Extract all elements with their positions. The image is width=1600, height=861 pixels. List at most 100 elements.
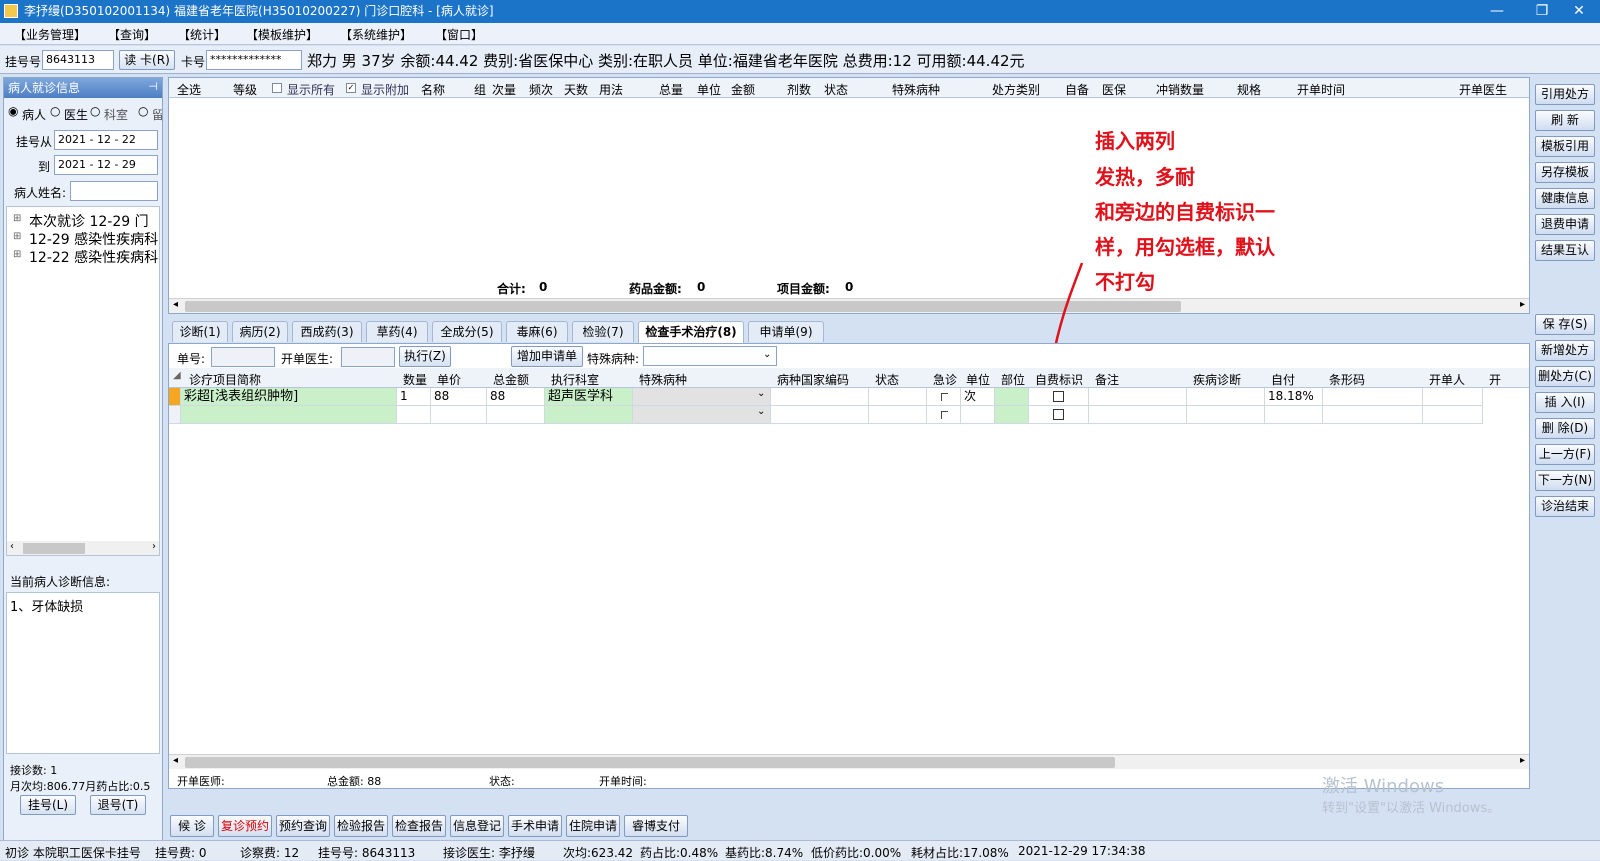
lab-report-button[interactable]: 检验报告 [334, 815, 388, 837]
tab-exam-surgery[interactable]: 检查手术治疗(8) [638, 321, 744, 343]
show-all-label[interactable]: 显示所有 [287, 81, 335, 98]
cite-prescription-button[interactable]: 引用处方 [1535, 84, 1595, 105]
qty-cell[interactable]: 1 [397, 388, 431, 406]
template-cite-button[interactable]: 模板引用 [1535, 136, 1595, 157]
add-request-button[interactable]: 增加申请单 [511, 346, 583, 367]
tree-item[interactable]: 本次就诊 12-29 门 [29, 211, 149, 231]
refund-request-button[interactable]: 退费申请 [1535, 214, 1595, 235]
expand-icon[interactable]: ⊞ [13, 249, 21, 260]
selfpay-checkbox[interactable] [1053, 409, 1064, 420]
remark-cell[interactable] [1089, 406, 1187, 424]
close-button[interactable]: ✕ [1560, 0, 1598, 23]
menu-business[interactable]: 【业务管理】 [14, 26, 86, 43]
reg-to-date[interactable]: 2021 - 12 - 29 [54, 155, 158, 175]
refresh-button[interactable]: 刷 新 [1535, 110, 1595, 131]
tree-hscrollbar[interactable]: ‹ › [7, 541, 159, 555]
exam-report-button[interactable]: 检查报告 [392, 815, 446, 837]
card-number-input[interactable]: ************* [206, 50, 302, 70]
scroll-left-icon[interactable]: ◂ [173, 299, 178, 310]
menu-window[interactable]: 【窗口】 [435, 26, 483, 43]
inpatient-request-button[interactable]: 住院申请 [566, 815, 620, 837]
delete-button[interactable]: 删 除(D) [1535, 418, 1595, 439]
health-info-button[interactable]: 健康信息 [1535, 188, 1595, 209]
tree-item[interactable]: 12-29 感染性疾病科 [29, 229, 158, 249]
exec-dept-cell[interactable] [545, 406, 633, 424]
exam-hscrollbar[interactable]: ◂ ▸ [169, 754, 1529, 769]
prescription-hscrollbar[interactable]: ◂ ▸ [169, 298, 1529, 313]
chevron-down-icon[interactable]: ⌄ [763, 349, 771, 360]
ruibo-pay-button[interactable]: 睿博支付 [624, 815, 688, 837]
tab-herbal[interactable]: 草药(4) [366, 321, 428, 342]
chevron-down-icon[interactable]: ⌄ [757, 406, 765, 417]
order-no-input[interactable] [211, 347, 275, 367]
scroll-thumb[interactable] [23, 543, 85, 554]
scroll-left-icon[interactable]: ◂ [173, 755, 178, 766]
execute-button[interactable]: 执行(Z) [399, 346, 451, 367]
tab-diagnosis[interactable]: 诊断(1) [172, 321, 228, 342]
tab-full-ingredient[interactable]: 全成分(5) [432, 321, 502, 342]
expand-icon[interactable]: ⊞ [13, 213, 21, 224]
body-part-cell[interactable] [995, 388, 1029, 406]
restore-button[interactable]: ❐ [1520, 0, 1564, 23]
revisit-booking-button[interactable]: 复诊预约 [218, 815, 272, 837]
read-card-button[interactable]: 读 卡(R) [119, 50, 175, 70]
radio-patient-label[interactable]: 病人 [22, 106, 46, 123]
radio-patient-icon[interactable]: ◉ [8, 104, 18, 118]
pin-icon[interactable]: ⊣ [148, 80, 158, 93]
reg-number-input[interactable]: 8643113 [42, 50, 114, 70]
scroll-right-icon[interactable]: › [152, 541, 156, 552]
radio-stay-label[interactable]: 留 [152, 106, 162, 123]
booking-query-button[interactable]: 预约查询 [276, 815, 330, 837]
tab-medical-record[interactable]: 病历(2) [232, 321, 288, 342]
show-extra-checkbox[interactable]: ✓ [346, 83, 356, 93]
radio-stay-icon[interactable]: ○ [138, 104, 148, 118]
radio-doctor-icon[interactable]: ○ [50, 104, 60, 118]
waiting-button[interactable]: 候 诊 [170, 815, 214, 837]
chevron-down-icon[interactable]: ⌄ [757, 388, 765, 399]
scroll-left-icon[interactable]: ‹ [10, 541, 14, 552]
minimize-button[interactable]: — [1475, 0, 1519, 23]
exec-dept-cell[interactable]: 超声医学科 [545, 388, 633, 406]
table-row[interactable]: 彩超[浅表组织肿物] 1 88 88 超声医学科 ⌄ 次 18.18% [169, 388, 1529, 406]
reg-from-date[interactable]: 2021 - 12 - 22 [54, 130, 158, 150]
col-select-all[interactable]: 全选 [177, 81, 201, 98]
register-button[interactable]: 挂号(L) [20, 795, 76, 815]
info-register-button[interactable]: 信息登记 [450, 815, 504, 837]
prev-prescription-button[interactable]: 上一方(F) [1535, 444, 1595, 465]
delete-prescription-button[interactable]: 删处方(C) [1535, 366, 1595, 387]
menu-stats[interactable]: 【统计】 [178, 26, 226, 43]
table-row[interactable]: ⌄ [169, 406, 1529, 424]
special-disease-cell[interactable] [633, 406, 771, 424]
emergency-checkbox[interactable] [941, 411, 948, 419]
expand-icon[interactable]: ⊞ [13, 231, 21, 242]
tab-lab-test[interactable]: 检验(7) [572, 321, 634, 342]
patient-name-input[interactable] [70, 181, 158, 201]
menu-template[interactable]: 【模板维护】 [246, 26, 318, 43]
menu-system[interactable]: 【系统维护】 [340, 26, 412, 43]
show-all-checkbox[interactable] [272, 83, 282, 93]
menu-query[interactable]: 【查询】 [108, 26, 156, 43]
scroll-right-icon[interactable]: ▸ [1520, 299, 1525, 310]
item-name-cell[interactable] [181, 406, 397, 424]
surgery-request-button[interactable]: 手术申请 [508, 815, 562, 837]
tab-western-medicine[interactable]: 西成药(3) [292, 321, 362, 342]
order-doctor-input[interactable] [341, 347, 395, 367]
scroll-thumb[interactable] [185, 757, 1115, 768]
radio-dept-icon[interactable]: ○ [90, 104, 100, 118]
tree-item[interactable]: 12-22 感染性疾病科 [29, 247, 158, 267]
finish-treatment-button[interactable]: 诊治结束 [1535, 496, 1595, 517]
scroll-right-icon[interactable]: ▸ [1520, 755, 1525, 766]
tab-narcotics[interactable]: 毒麻(6) [506, 321, 568, 342]
unregister-button[interactable]: 退号(T) [90, 795, 146, 815]
insert-button[interactable]: 插 入(I) [1535, 392, 1595, 413]
qty-cell[interactable] [397, 406, 431, 424]
body-part-cell[interactable] [995, 406, 1029, 424]
special-disease-cell[interactable] [633, 388, 771, 406]
radio-dept-label[interactable]: 科室 [104, 106, 128, 123]
selfpay-checkbox[interactable] [1053, 391, 1064, 402]
result-recognition-button[interactable]: 结果互认 [1535, 240, 1595, 261]
new-prescription-button[interactable]: 新增处方 [1535, 340, 1595, 361]
next-prescription-button[interactable]: 下一方(N) [1535, 470, 1595, 491]
save-button[interactable]: 保 存(S) [1535, 314, 1595, 335]
save-template-button[interactable]: 另存模板 [1535, 162, 1595, 183]
